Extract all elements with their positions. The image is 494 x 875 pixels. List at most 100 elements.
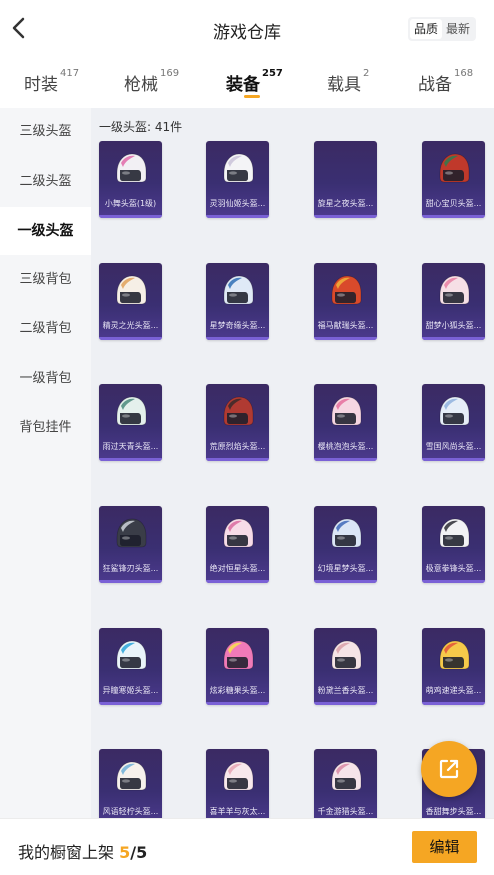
item-card[interactable]: 雨过天青头盔...	[99, 384, 162, 461]
helmet-icon	[223, 153, 254, 183]
helmet-icon	[439, 518, 470, 548]
item-card[interactable]: 甜梦小狐头盔...	[422, 263, 485, 340]
active-tab-indicator	[244, 95, 260, 98]
helmet-icon	[439, 396, 470, 426]
item-name: 小舞头盔(1级)	[104, 199, 157, 208]
tab-equipment[interactable]: 装备257	[226, 68, 283, 95]
subcategory-sidebar: 三级头盔 二级头盔 一级头盔 三级背包 二级背包 一级背包 背包挂件	[0, 108, 91, 818]
item-grid-panel: 一级头盔: 41件 小舞头盔(1级) 灵羽仙姬头盔... 旋星之夜头盔... 甜心宝贝…	[91, 108, 494, 818]
item-card[interactable]: 狂鲨锋刃头盔...	[99, 506, 162, 583]
showcase-status: 我的橱窗上架 5/5	[18, 839, 147, 863]
tab-vehicles[interactable]: 载具2	[327, 68, 369, 95]
item-card[interactable]: 精灵之光头盔...	[99, 263, 162, 340]
sidebar-item-level2-helmet[interactable]: 二级头盔	[0, 158, 91, 206]
sidebar-item-level1-helmet[interactable]: 一级头盔	[0, 207, 91, 255]
tab-label: 枪械	[124, 75, 158, 95]
tab-label: 战备	[418, 75, 452, 95]
sidebar-item-level1-backpack[interactable]: 一级背包	[0, 355, 91, 403]
item-card[interactable]: 荒原烈焰头盔...	[206, 384, 269, 461]
item-card[interactable]: 小舞头盔(1级)	[99, 141, 162, 218]
sidebar-item-backpack-charm[interactable]: 背包挂件	[0, 404, 91, 452]
rarity-strip	[314, 580, 377, 583]
rarity-strip	[422, 215, 485, 218]
share-button[interactable]	[421, 741, 477, 797]
rarity-strip	[422, 580, 485, 583]
helmet-icon	[223, 518, 254, 548]
item-card[interactable]: 极意拳锋头盔...	[422, 506, 485, 583]
item-card[interactable]: 千金游猎头盔...	[314, 749, 377, 818]
share-icon	[439, 759, 459, 779]
item-card[interactable]: 雪国风尚头盔...	[422, 384, 485, 461]
tab-fashion[interactable]: 时装417	[24, 68, 80, 95]
item-name: 狂鲨锋刃头盔...	[102, 564, 159, 573]
item-name: 幻境星梦头盔...	[317, 564, 374, 573]
section-title: 一级头盔: 41件	[99, 120, 183, 134]
item-name: 甜梦小狐头盔...	[425, 321, 482, 330]
item-name: 香甜舞步头盔...	[425, 807, 482, 816]
rarity-strip	[206, 215, 269, 218]
tab-count: 417	[60, 68, 80, 79]
item-name: 异瞳寒姬头盔...	[102, 686, 159, 695]
item-card[interactable]: 旋星之夜头盔...	[314, 141, 377, 218]
tab-count: 169	[160, 68, 180, 79]
sidebar-item-level3-backpack[interactable]: 三级背包	[0, 256, 91, 304]
item-card[interactable]: 幻境星梦头盔...	[314, 506, 377, 583]
item-name: 星梦奇缘头盔...	[209, 321, 266, 330]
helmet-icon	[439, 640, 470, 670]
item-card[interactable]: 异瞳寒姬头盔...	[99, 628, 162, 705]
rarity-strip	[99, 702, 162, 705]
sidebar-item-level2-backpack[interactable]: 二级背包	[0, 305, 91, 353]
rarity-strip	[314, 702, 377, 705]
item-name: 绝对恒星头盔...	[209, 564, 266, 573]
helmet-icon	[439, 153, 470, 183]
rarity-strip	[422, 702, 485, 705]
item-card[interactable]: 星梦奇缘头盔...	[206, 263, 269, 340]
item-card[interactable]: 福马献瑞头盔...	[314, 263, 377, 340]
rarity-strip	[206, 580, 269, 583]
item-name: 极意拳锋头盔...	[425, 564, 482, 573]
item-name: 萌鸡速递头盔...	[425, 686, 482, 695]
item-name: 精灵之光头盔...	[102, 321, 159, 330]
helmet-icon	[116, 640, 147, 670]
helmet-icon	[223, 761, 254, 791]
rarity-strip	[99, 458, 162, 461]
helmet-icon	[223, 275, 254, 305]
sort-by-quality[interactable]: 品质	[409, 19, 442, 39]
item-card[interactable]: 粉黛兰香头盔...	[314, 628, 377, 705]
edit-button[interactable]: 编辑	[412, 831, 477, 863]
tab-guns[interactable]: 枪械169	[124, 68, 180, 95]
item-card[interactable]: 风语轻柠头盔...	[99, 749, 162, 818]
item-card[interactable]: 樱桃泡泡头盔...	[314, 384, 377, 461]
helmet-icon	[223, 640, 254, 670]
helmet-icon	[116, 761, 147, 791]
item-name: 雨过天青头盔...	[102, 442, 159, 451]
sort-toggle: 品质 最新	[407, 17, 476, 41]
item-card[interactable]: 绝对恒星头盔...	[206, 506, 269, 583]
item-card[interactable]: 喜羊羊与灰太...	[206, 749, 269, 818]
tab-count: 257	[262, 68, 283, 79]
tab-label: 装备	[226, 75, 260, 95]
sort-by-latest[interactable]: 最新	[442, 19, 474, 39]
item-name: 甜心宝贝头盔...	[425, 199, 482, 208]
rarity-strip	[99, 337, 162, 340]
item-name: 雪国风尚头盔...	[425, 442, 482, 451]
item-card[interactable]: 灵羽仙姬头盔...	[206, 141, 269, 218]
sidebar-item-level3-helmet[interactable]: 三级头盔	[0, 108, 91, 156]
warehouse-screen: 游戏仓库 品质 最新 时装417 枪械169 装备257 载具2 战备168 三…	[0, 0, 494, 875]
rarity-strip	[99, 215, 162, 218]
rarity-strip	[314, 458, 377, 461]
item-card[interactable]: 甜心宝贝头盔...	[422, 141, 485, 218]
rarity-strip	[314, 215, 377, 218]
item-name: 灵羽仙姬头盔...	[209, 199, 266, 208]
rarity-strip	[206, 458, 269, 461]
tab-label: 载具	[327, 75, 361, 95]
helmet-icon	[331, 396, 362, 426]
showcase-bar: 我的橱窗上架 5/5 编辑	[0, 818, 494, 875]
helmet-icon	[331, 761, 362, 791]
helmet-icon	[331, 275, 362, 305]
item-card[interactable]: 萌鸡速递头盔...	[422, 628, 485, 705]
item-name: 粉黛兰香头盔...	[317, 686, 374, 695]
item-card[interactable]: 炫彩糖果头盔...	[206, 628, 269, 705]
tab-supplies[interactable]: 战备168	[418, 68, 473, 95]
item-name: 旋星之夜头盔...	[317, 199, 374, 208]
